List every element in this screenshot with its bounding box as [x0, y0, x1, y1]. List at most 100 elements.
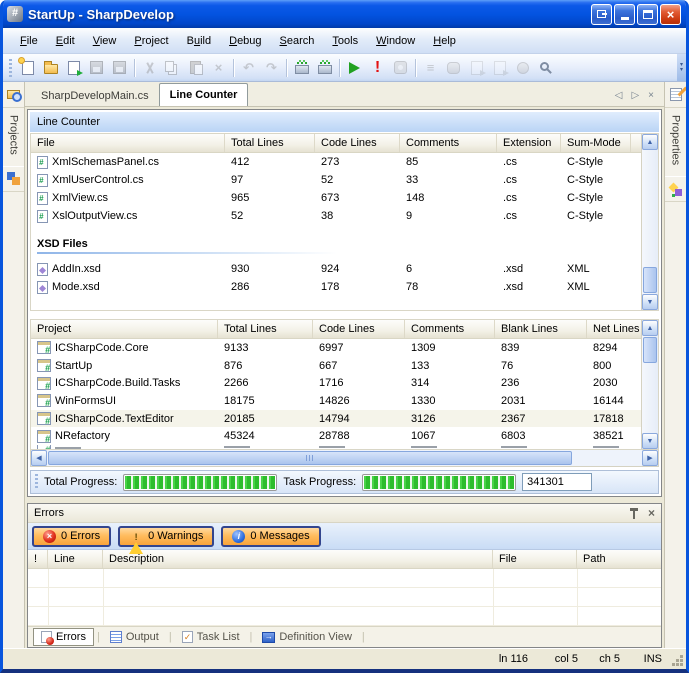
menu-view[interactable]: View	[84, 31, 126, 51]
menu-window[interactable]: Window	[367, 31, 424, 51]
abort-button[interactable]: !	[366, 56, 389, 80]
column-header-total-lines[interactable]: Total Lines	[218, 320, 313, 338]
resize-grip[interactable]	[671, 654, 683, 666]
filter-errors-button[interactable]: × 0 Errors	[32, 526, 111, 547]
column-header-comments[interactable]: Comments	[405, 320, 495, 338]
menu-debug[interactable]: Debug	[220, 31, 270, 51]
column-header-severity[interactable]: !	[28, 550, 48, 568]
sidebar-tab-properties[interactable]	[665, 82, 686, 108]
column-header-net-lines[interactable]: Net Lines	[587, 320, 641, 338]
sidebar-tab-classes[interactable]	[3, 166, 24, 192]
menu-file[interactable]: File	[11, 31, 47, 51]
scroll-down-button[interactable]: ▼	[642, 433, 658, 449]
project-row[interactable]: ICSharpCode.Build.Tasks 2266 1716 314 23…	[31, 374, 641, 392]
column-header-file[interactable]: File	[493, 550, 577, 568]
close-pad-icon[interactable]: ×	[648, 507, 655, 519]
minimize-button[interactable]	[614, 4, 635, 25]
maximize-button[interactable]	[637, 4, 658, 25]
tab-line-counter[interactable]: Line Counter	[159, 83, 249, 106]
scrollbar-track[interactable]	[642, 336, 658, 433]
properties-tab-label[interactable]: Properties	[670, 108, 682, 172]
scrollbar-track[interactable]	[47, 450, 642, 466]
cut-button[interactable]	[138, 56, 161, 80]
tab-output[interactable]: Output	[103, 629, 166, 645]
column-header-blank-lines[interactable]: Blank Lines	[495, 320, 587, 338]
project-row[interactable]: NRefactory 45324 28788 1067 6803 38521	[31, 427, 641, 445]
prev-step-button[interactable]	[465, 56, 488, 80]
file-row[interactable]: AddIn.xsd 930 924 6 .xsd XML	[31, 260, 641, 278]
column-header-code-lines[interactable]: Code Lines	[315, 134, 400, 152]
bookmark-list-button[interactable]: ≡	[419, 56, 442, 80]
filter-messages-button[interactable]: i 0 Messages	[221, 526, 320, 547]
menu-help[interactable]: Help	[424, 31, 465, 51]
stop-button[interactable]	[389, 56, 412, 80]
toggle-region-button[interactable]	[442, 56, 465, 80]
auto-hide-pin-icon[interactable]	[630, 508, 639, 519]
column-header-path[interactable]: Path	[577, 550, 661, 568]
file-row[interactable]: XmlUserControl.cs 97 52 33 .cs C-Style	[31, 171, 641, 189]
menu-tools[interactable]: Tools	[323, 31, 367, 51]
progress-strip-grip[interactable]	[35, 474, 38, 490]
column-header-file[interactable]: File	[31, 134, 225, 152]
project-row-highlighted[interactable]: ICSharpCode.TextEditor 20185 14794 3126 …	[31, 410, 641, 428]
tab-sharpdevelopmain-cs[interactable]: SharpDevelopMain.cs	[31, 86, 159, 106]
scrollbar-thumb[interactable]	[643, 337, 657, 363]
save-all-button[interactable]	[108, 56, 131, 80]
delete-button[interactable]: ×	[207, 56, 230, 80]
column-header-project[interactable]: Project	[31, 320, 218, 338]
menu-build[interactable]: Build	[178, 31, 220, 51]
projects-tab-label[interactable]: Projects	[8, 108, 20, 162]
column-header-total-lines[interactable]: Total Lines	[225, 134, 315, 152]
run-button[interactable]	[343, 56, 366, 80]
menu-search[interactable]: Search	[271, 31, 324, 51]
paste-button[interactable]	[184, 56, 207, 80]
close-button[interactable]: ×	[660, 4, 681, 25]
line-counter-value-field[interactable]: 341301	[522, 473, 592, 491]
save-button[interactable]	[85, 56, 108, 80]
scroll-tabs-right-icon[interactable]: ▷	[631, 90, 639, 101]
tab-task-list[interactable]: Task List	[175, 629, 247, 645]
new-file-button[interactable]	[16, 56, 39, 80]
project-row[interactable]: ICSharpCode.Core 9133 6997 1309 839 8294	[31, 339, 641, 357]
build-button[interactable]	[290, 56, 313, 80]
project-row[interactable]: WinFormsUI 18175 14826 1330 2031 16144	[31, 392, 641, 410]
file-row[interactable]: Mode.xsd 286 178 78 .xsd XML	[31, 278, 641, 296]
float-window-button[interactable]	[591, 4, 612, 25]
toolbar-overflow-button[interactable]: ▾▾	[677, 54, 686, 81]
file-row[interactable]: XmlView.cs 965 673 148 .cs C-Style	[31, 189, 641, 207]
file-row[interactable]: XslOutputView.cs 52 38 9 .cs C-Style	[31, 207, 641, 225]
column-header-description[interactable]: Description	[103, 550, 493, 568]
copy-button[interactable]	[161, 56, 184, 80]
column-header-comments[interactable]: Comments	[400, 134, 497, 152]
filter-warnings-button[interactable]: 0 Warnings	[118, 526, 214, 547]
column-header-extension[interactable]: Extension	[497, 134, 561, 152]
scroll-up-button[interactable]: ▲	[642, 320, 658, 336]
open-file-button[interactable]	[39, 56, 62, 80]
scroll-tabs-left-icon[interactable]: ◁	[615, 90, 623, 101]
tab-errors[interactable]: Errors	[33, 628, 94, 646]
sidebar-tab-projects[interactable]	[3, 82, 24, 108]
project-row-clipped[interactable]	[31, 445, 641, 449]
scroll-left-button[interactable]: ◀	[31, 450, 47, 466]
column-header-code-lines[interactable]: Code Lines	[313, 320, 405, 338]
undo-button[interactable]: ↶	[237, 56, 260, 80]
scrollbar-thumb[interactable]	[643, 267, 657, 293]
rebuild-all-button[interactable]	[313, 56, 336, 80]
tab-definition-view[interactable]: → Definition View	[255, 629, 359, 645]
scroll-up-button[interactable]: ▲	[642, 134, 658, 150]
scroll-down-button[interactable]: ▼	[642, 294, 658, 310]
save-as-button[interactable]	[62, 56, 85, 80]
scrollbar-track[interactable]	[642, 150, 658, 294]
scrollbar-thumb[interactable]	[48, 451, 572, 465]
menu-edit[interactable]: Edit	[47, 31, 84, 51]
next-step-button[interactable]	[488, 56, 511, 80]
column-header-sum-mode[interactable]: Sum-Mode	[561, 134, 631, 152]
search-button[interactable]	[534, 56, 557, 80]
menu-project[interactable]: Project	[125, 31, 177, 51]
scroll-right-button[interactable]: ▶	[642, 450, 658, 466]
file-row[interactable]: XmlSchemasPanel.cs 412 273 85 .cs C-Styl…	[31, 153, 641, 171]
close-document-icon[interactable]: ×	[648, 90, 654, 101]
column-header-line[interactable]: Line	[48, 550, 103, 568]
sidebar-tab-toolbox[interactable]	[665, 176, 686, 202]
stop-search-button[interactable]	[511, 56, 534, 80]
